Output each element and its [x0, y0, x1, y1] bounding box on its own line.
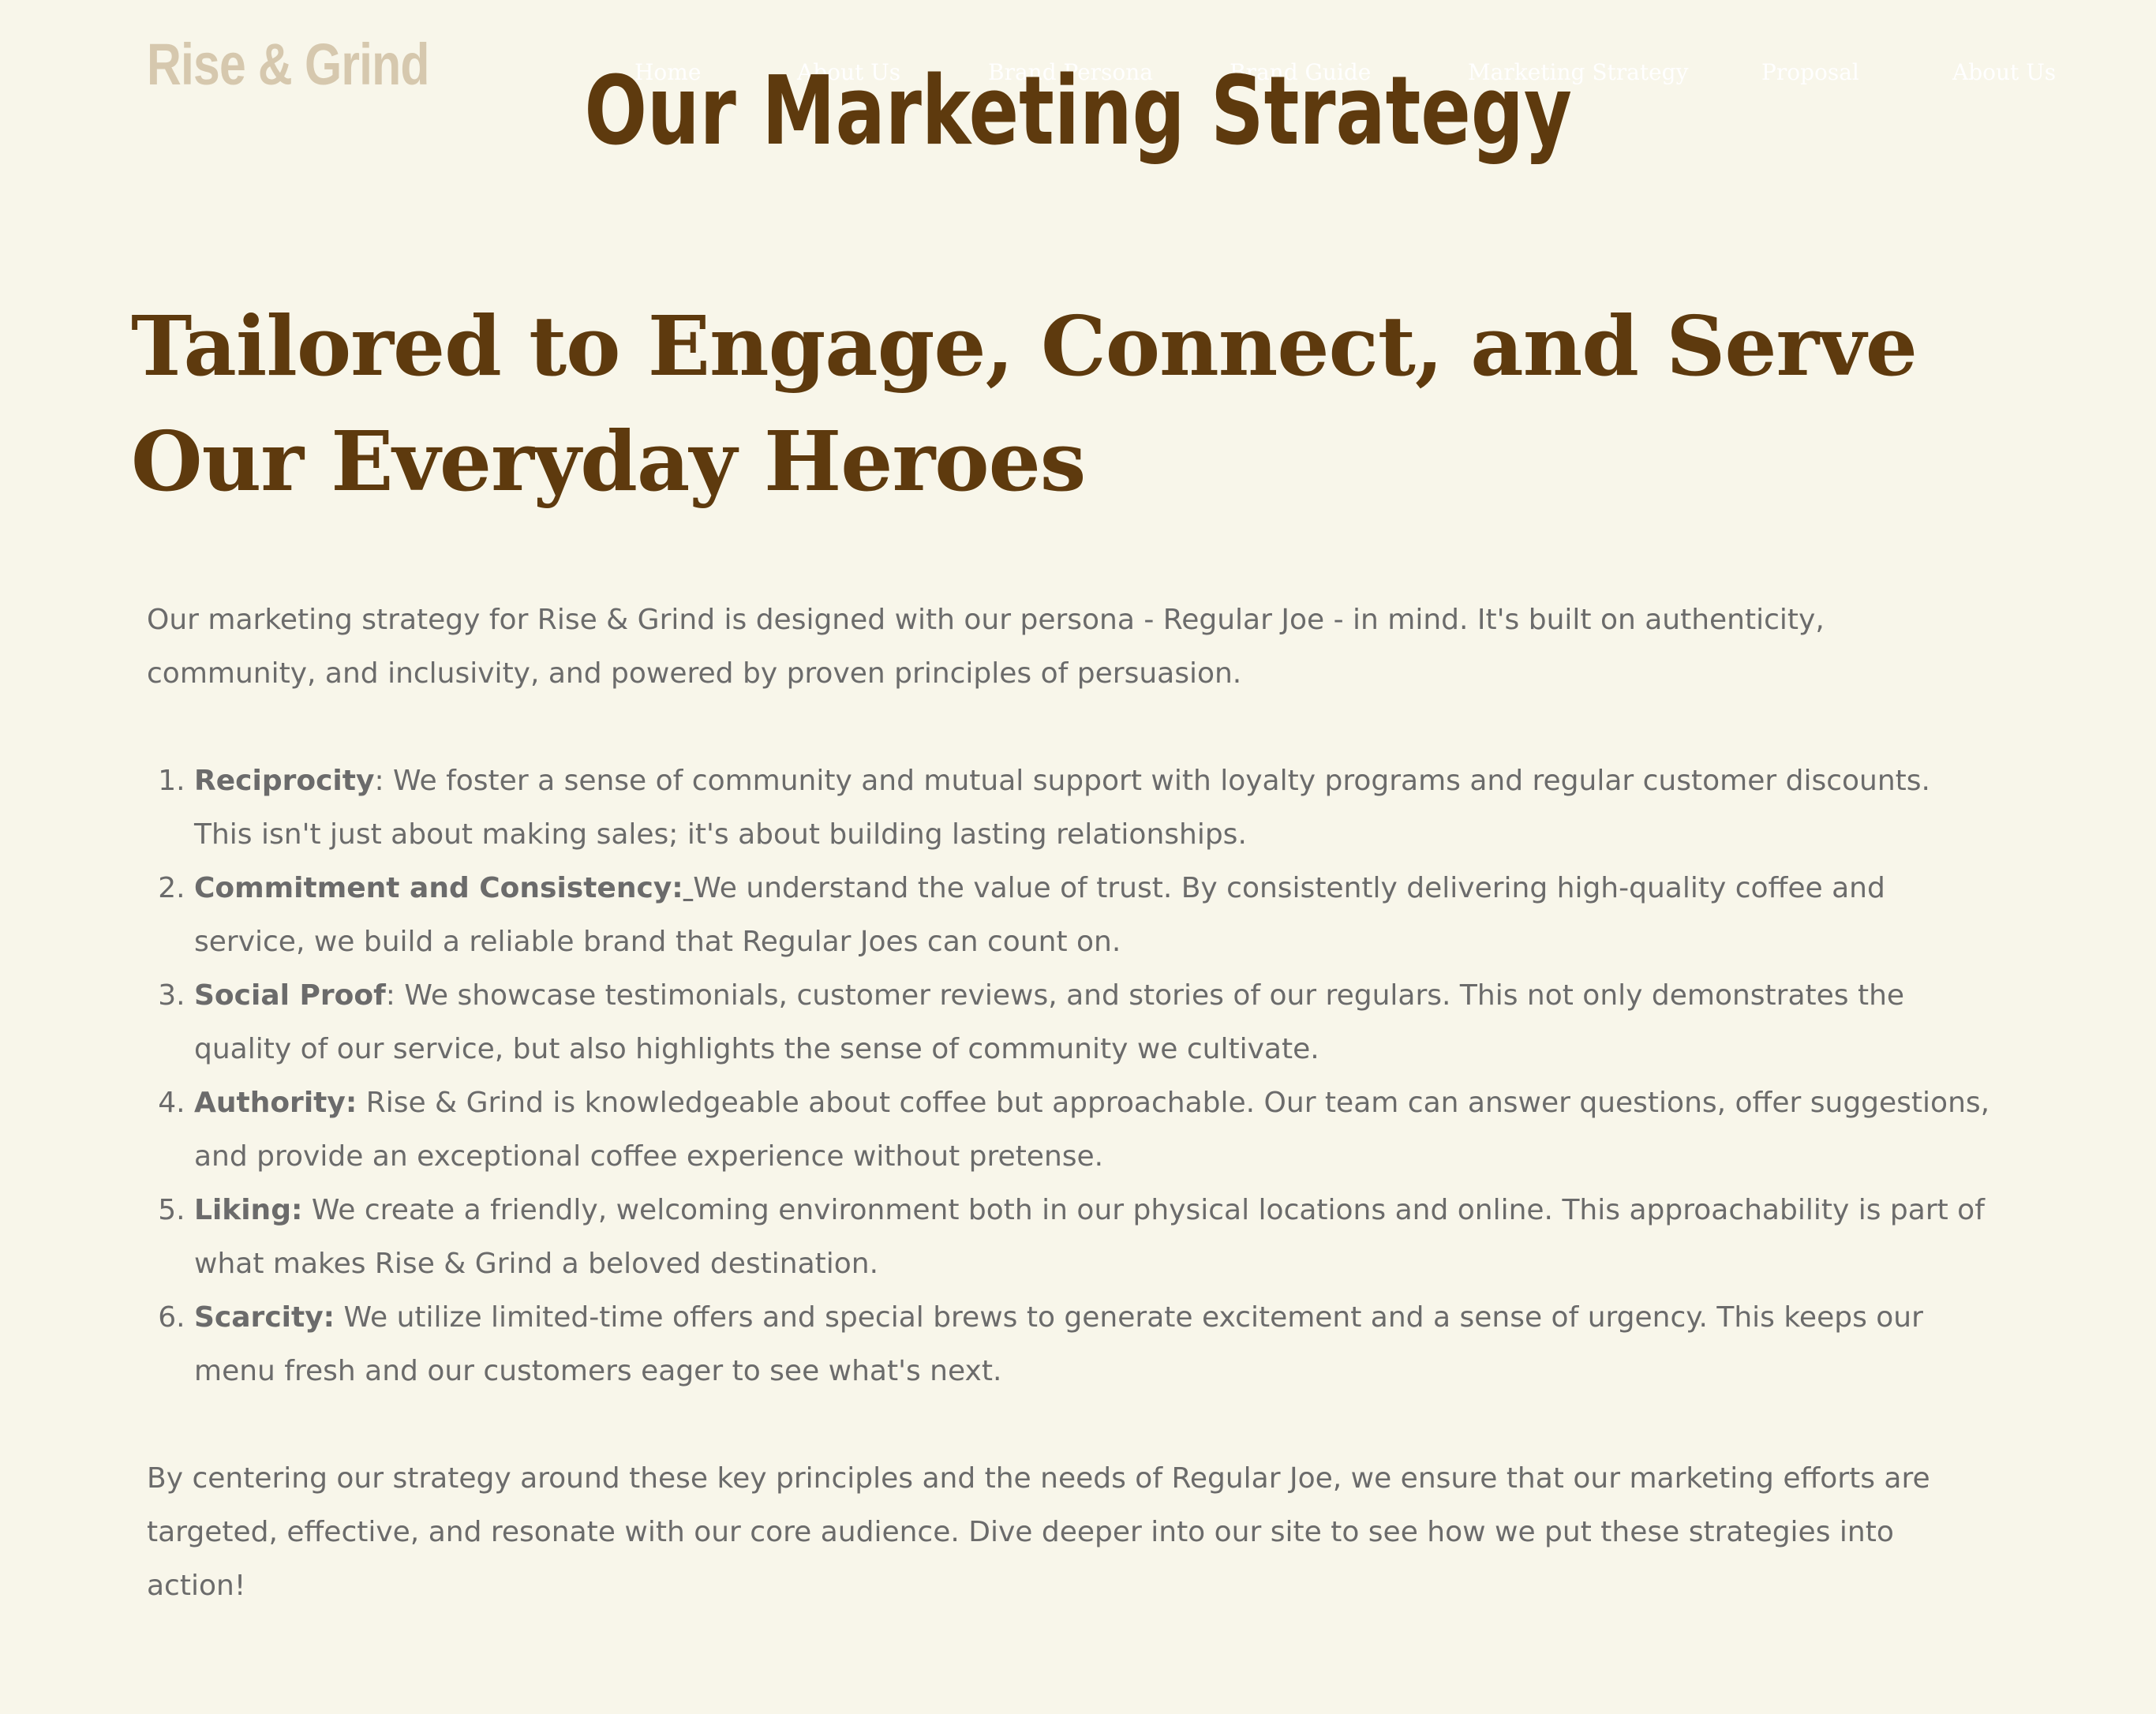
principle-text: We foster a sense of community and mutua… — [194, 765, 1930, 851]
principle-text: We create a friendly, welcoming environm… — [194, 1194, 1985, 1280]
principle-term: Authority: — [194, 1087, 357, 1119]
closing-paragraph: By centering our strategy around these k… — [147, 1462, 1930, 1602]
principle-term: Liking: — [194, 1194, 303, 1226]
page-title: Our Marketing Strategy — [0, 49, 2156, 175]
principle-separator — [335, 1301, 343, 1334]
principle-text: We showcase testimonials, customer revie… — [194, 979, 1905, 1065]
principle-item: Commitment and Consistency: We understan… — [194, 862, 1993, 969]
principle-item: Authority: Rise & Grind is knowledgeable… — [194, 1076, 1993, 1184]
principle-term: Commitment and Consistency: — [194, 872, 683, 904]
principle-term: Social Proof — [194, 979, 386, 1012]
principle-separator — [683, 872, 694, 904]
principle-item: Reciprocity: We foster a sense of commun… — [194, 754, 1993, 862]
principle-text: Rise & Grind is knowledgeable about coff… — [194, 1087, 1990, 1173]
principle-separator: : — [374, 765, 384, 797]
main-content: Our marketing strategy for Rise & Grind … — [147, 593, 1993, 1613]
principle-item: Social Proof: We showcase testimonials, … — [194, 969, 1993, 1076]
principles-list: Reciprocity: We foster a sense of commun… — [147, 754, 1993, 1398]
page-title-text: Our Marketing Strategy — [584, 57, 1572, 167]
principle-item: Scarcity: We utilize limited-time offers… — [194, 1291, 1993, 1398]
principle-term: Reciprocity — [194, 765, 375, 797]
principle-separator — [357, 1087, 365, 1119]
principle-term: Scarcity: — [194, 1301, 335, 1334]
principle-text: We utilize limited-time offers and speci… — [194, 1301, 1923, 1387]
intro-paragraph: Our marketing strategy for Rise & Grind … — [147, 604, 1825, 690]
principle-separator — [302, 1194, 311, 1226]
principle-item: Liking: We create a friendly, welcoming … — [194, 1184, 1993, 1291]
principle-separator: : — [385, 979, 395, 1012]
page-tagline: Tailored to Engage, Connect, and Serve O… — [131, 298, 1918, 510]
